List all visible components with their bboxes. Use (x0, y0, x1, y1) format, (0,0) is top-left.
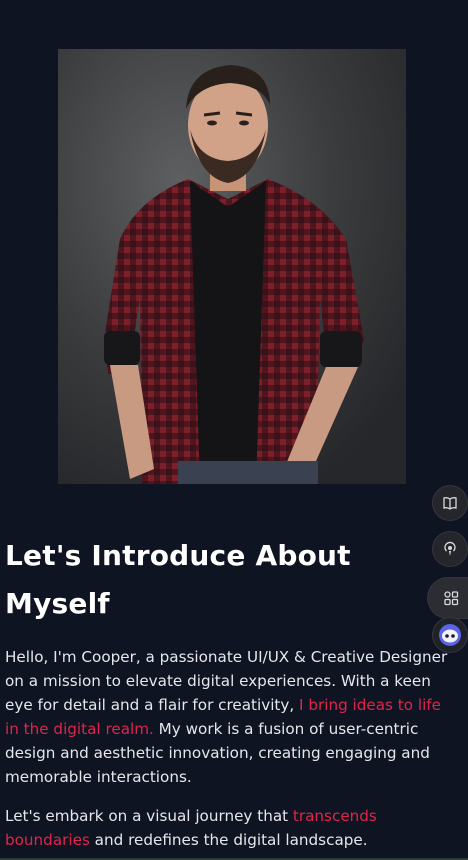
assistant-button[interactable] (433, 618, 467, 652)
book-button[interactable] (433, 486, 467, 520)
journey-text-2: and redefines the digital landscape. (89, 831, 368, 849)
journey-text-1: Let's embark on a visual journey that (5, 807, 293, 825)
intro-paragraph: Hello, I'm Cooper, a passionate UI/UX & … (5, 645, 453, 789)
journey-paragraph: Let's embark on a visual journey that tr… (5, 804, 453, 852)
profile-photo (58, 49, 406, 484)
book-icon (443, 497, 457, 510)
assistant-icon (439, 624, 461, 646)
grid-icon (444, 591, 459, 606)
section-heading: Let's Introduce About Myself (5, 539, 351, 620)
broadcast-icon (444, 541, 456, 556)
broadcast-button[interactable] (433, 532, 467, 566)
grid-button[interactable] (428, 578, 468, 618)
